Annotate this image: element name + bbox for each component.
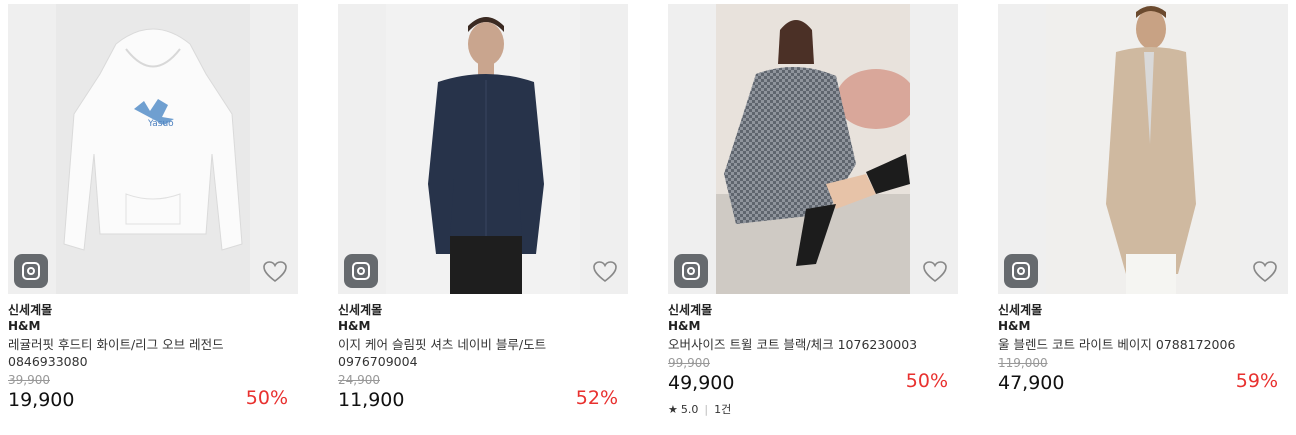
product-grid: Yasuo 신세계몰 H&M 레귤러핏 후드티 화이트/리그 오브 레전드 08… (0, 0, 1296, 435)
mall-name: 신세계몰 (998, 303, 1043, 317)
product-image[interactable] (338, 4, 628, 294)
product-image[interactable] (998, 4, 1288, 294)
svg-text:Yasuo: Yasuo (147, 119, 174, 129)
mall-name: 신세계몰 (338, 303, 383, 317)
heart-outline-icon (593, 261, 617, 283)
discount-rate: 59% (1235, 370, 1278, 392)
rating-score: 5.0 (680, 402, 699, 416)
shirt-photo (386, 4, 580, 294)
image-search-button[interactable] (344, 254, 378, 288)
product-name[interactable]: 울 블렌드 코트 라이트 베이지 0788172006 (998, 336, 1288, 353)
brand-name[interactable]: H&M (668, 318, 958, 334)
product-card[interactable]: 신세계몰 H&M 울 블렌드 코트 라이트 베이지 0788172006 119… (998, 4, 1288, 395)
hoodie-photo: Yasuo (56, 4, 250, 294)
brand-name[interactable]: H&M (338, 318, 628, 334)
star-icon: ★ (668, 402, 678, 416)
rating-divider: | (704, 402, 709, 416)
product-card[interactable]: 신세계몰 H&M 이지 케어 슬림핏 셔츠 네이비 블루/도트 09767090… (338, 4, 628, 412)
coat-check-photo (716, 4, 910, 294)
mall-name: 신세계몰 (8, 303, 53, 317)
image-search-button[interactable] (14, 254, 48, 288)
image-search-button[interactable] (674, 254, 708, 288)
rating-summary: ★ 5.0 | 1건 (668, 401, 958, 417)
product-code[interactable]: 0976709004 (338, 353, 628, 370)
product-code[interactable]: 0846933080 (8, 353, 298, 370)
product-image[interactable]: Yasuo (8, 4, 298, 294)
wishlist-button[interactable] (592, 260, 618, 284)
heart-outline-icon (1253, 261, 1277, 283)
wishlist-button[interactable] (922, 260, 948, 284)
discount-rate: 50% (905, 370, 948, 392)
heart-outline-icon (923, 261, 947, 283)
brand-name[interactable]: H&M (8, 318, 298, 334)
product-card[interactable]: Yasuo 신세계몰 H&M 레귤러핏 후드티 화이트/리그 오브 레전드 08… (8, 4, 298, 412)
wishlist-button[interactable] (1252, 260, 1278, 284)
coat-beige-photo (1046, 4, 1240, 294)
product-image[interactable] (668, 4, 958, 294)
brand-name[interactable]: H&M (998, 318, 1288, 334)
image-search-button[interactable] (1004, 254, 1038, 288)
product-name[interactable]: 레귤러핏 후드티 화이트/리그 오브 레전드 (8, 336, 298, 353)
product-name[interactable]: 오버사이즈 트윌 코트 블랙/체크 1076230003 (668, 336, 958, 353)
mall-name: 신세계몰 (668, 303, 713, 317)
product-name[interactable]: 이지 케어 슬림핏 셔츠 네이비 블루/도트 (338, 336, 628, 353)
discount-rate: 52% (575, 387, 618, 409)
instagram-camera-icon (22, 262, 40, 280)
instagram-camera-icon (1012, 262, 1030, 280)
review-count[interactable]: 1건 (714, 401, 731, 417)
discount-rate: 50% (245, 387, 288, 409)
wishlist-button[interactable] (262, 260, 288, 284)
instagram-camera-icon (682, 262, 700, 280)
instagram-camera-icon (352, 262, 370, 280)
heart-outline-icon (263, 261, 287, 283)
product-card[interactable]: 신세계몰 H&M 오버사이즈 트윌 코트 블랙/체크 1076230003 99… (668, 4, 958, 417)
